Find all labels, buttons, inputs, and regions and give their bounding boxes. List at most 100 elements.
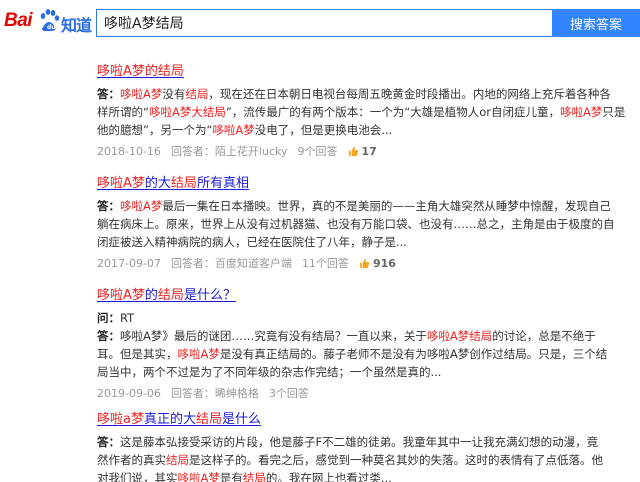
snippet-text: 哆啦A梦结局 [426, 329, 493, 343]
paw-icon: du [40, 9, 60, 31]
snippet-text: 哆啦A梦 [120, 199, 163, 213]
snippet-text: 结局 [166, 453, 189, 467]
snippet-label: 答： [97, 329, 120, 343]
result-answerer[interactable]: 回答者：陌上花开lucky [171, 143, 288, 159]
result-item: 哆啦a梦真正的大结局是什么 答：这是藤本弘接受采访的片段，他是藤子F不二雄的徒弟。… [97, 408, 603, 482]
snippet-text: 结局 [242, 471, 266, 482]
snippet-text: 局当中，两个不过是为了不同年级的杂志作完结；一个虽然是真的... [97, 365, 442, 379]
likes-counter[interactable]: 916 [359, 257, 396, 270]
snippet-line: 答：哆啦A梦没有结局，现在还在日本朝日电视台每周五晚黄金时段播出。内地的网络上充… [97, 85, 611, 103]
snippet-text: 这是藤本弘接受采访的片段，他是藤子F不二雄的徒弟。我童年其中一让我充满幻想的动漫… [120, 435, 599, 449]
result-date: 2019-09-06 [97, 386, 161, 400]
result-item: 哆啦A梦的结局是什么？ 问：RT 答：哆啦A梦》最后的谜团……究竟有没有结局？一直以… [97, 284, 607, 401]
snippet-text: 闭症被送入精神病院的病人，已经在医院住了八年，静子是... [97, 235, 407, 249]
result-title-segment: 哆啦A梦 [97, 288, 145, 303]
result-title-segment: 真正的大 [143, 412, 196, 427]
snippet-text: 哆啦A梦 [120, 87, 163, 101]
snippet-label: 问： [97, 311, 120, 325]
snippet-line: 答：哆啦A梦最后一集在日本播映。世界，真的不是美丽的——主角大雄突然从睡梦中惊醒… [97, 197, 611, 215]
thumbs-up-icon [359, 258, 370, 268]
snippet-text: 的。我在网上也看过类... [265, 471, 392, 482]
snippet-label: 答： [97, 87, 120, 101]
snippet-label: 答： [97, 199, 120, 213]
snippet-line: 答：这是藤本弘接受采访的片段，他是藤子F不二雄的徒弟。我童年其中一让我充满幻想的… [97, 433, 599, 451]
result-title-segment: 结局 [170, 176, 197, 191]
logo-zhidao-text: 知道 [61, 16, 92, 35]
snippet-text: 没有 [162, 87, 186, 101]
result-title-segment: 结局 [157, 288, 184, 303]
result-meta: 2019-09-06 回答者：晞绅格格 3个回答 [97, 385, 597, 401]
snippet-text: 对我们说，其实 [97, 471, 178, 482]
snippet-text: 是没有真正结局的。藤子老师不是没有为哆啦A梦创作过结局。只是，三个结 [219, 347, 608, 361]
snippet-text: 躺在病床上。原来，世界上从没有过机器猫、也没有万能口袋、也没有……总之，主角是由… [97, 217, 615, 231]
snippet-text: ，现在还在日本朝日电视台每周五晚黄金时段播出。内地的网络上充斥着各种各 [208, 87, 611, 101]
snippet-line: 他的臆想”，另一个为“哆啦A梦没电了，但是更换电池会... [97, 121, 597, 139]
snippet-text: 哆啦A梦 [212, 123, 255, 137]
snippet-text: 只是 [602, 105, 626, 119]
result-answer-count[interactable]: 3个回答 [269, 385, 309, 401]
snippet-line: 然作者的真实结局是这样子的。看完之后，感觉到一种莫名其妙的失落。这时的表情有了点… [97, 451, 603, 469]
result-title-segment: 所有真相 [196, 176, 249, 191]
snippet-line: 耳。但是其实，哆啦A梦是没有真正结局的。藤子老师不是没有为哆啦A梦创作过结局。只… [97, 345, 607, 363]
snippet-line: 闭症被送入精神病院的病人，已经在医院住了八年，静子是... [97, 233, 597, 251]
result-item: 哆啦A梦的大结局所有真相 答：哆啦A梦最后一集在日本播映。世界，真的不是美丽的——… [97, 172, 615, 271]
result-title-link[interactable]: 哆啦A梦的结局是什么？ [97, 284, 597, 303]
result-snippet: 答：哆啦A梦没有结局，现在还在日本朝日电视台每周五晚黄金时段播出。内地的网络上充… [97, 85, 625, 139]
result-answer-count[interactable]: 9个回答 [298, 143, 338, 159]
snippet-text: 样所谓的“ [97, 105, 149, 119]
snippet-line: 问：RT [97, 309, 597, 327]
likes-counter[interactable]: 17 [348, 145, 377, 158]
result-answerer[interactable]: 回答者：晞绅格格 [171, 385, 259, 401]
result-answerer[interactable]: 回答者：百度知道客户端 [171, 255, 292, 271]
snippet-line: 样所谓的“哆啦A梦大结局”，流传最广的有两个版本：一个为“大雄是植物人or自闭症… [97, 103, 625, 121]
result-title-segment: 的 [144, 288, 158, 303]
result-title-segment: 的大 [144, 176, 171, 191]
result-title-segment: 是什么 [222, 412, 262, 427]
snippet-text: ”，流传最广的有两个版本：一个为“大雄是植物人or自闭症儿童， [225, 105, 561, 119]
snippet-line: 躺在病床上。原来，世界上从没有过机器猫、也没有万能口袋、也没有……总之，主角是由… [97, 215, 615, 233]
result-title-segment: 哆啦A梦 [97, 176, 145, 191]
logo-bai-text: Bai [4, 10, 33, 31]
result-date: 2017-09-07 [97, 256, 161, 270]
snippet-text: 哆啦A梦 [560, 105, 603, 119]
result-snippet: 问：RT 答：哆啦A梦》最后的谜团……究竟有没有结局？一直以来，关于哆啦A梦结局的… [97, 309, 607, 381]
header: Bai du 知道 搜索答案 [0, 0, 640, 46]
result-title-link[interactable]: 哆啦A梦的结局 [97, 60, 597, 79]
snippet-line: 局当中，两个不过是为了不同年级的杂志作完结；一个虽然是真的... [97, 363, 597, 381]
snippet-text: 他的臆想”，另一个为“ [97, 123, 213, 137]
result-title-segment: 是什么？ [183, 288, 236, 303]
result-meta: 2018-10-16 回答者：陌上花开lucky 9个回答 17 [97, 143, 597, 159]
baidu-zhidao-logo[interactable]: Bai du 知道 [4, 6, 92, 36]
result-title-segment: 结局 [195, 412, 222, 427]
result-title-segment: 结局 [157, 64, 184, 79]
snippet-text: 耳。但是其实， [97, 347, 178, 361]
snippet-text: 哆啦A梦》最后的谜团……究竟有没有结局？一直以来，关于 [120, 329, 427, 343]
svg-text:du: du [47, 24, 56, 31]
result-item: 哆啦A梦的结局 答：哆啦A梦没有结局，现在还在日本朝日电视台每周五晚黄金时段播出。… [97, 60, 625, 159]
search-input[interactable] [97, 10, 552, 36]
result-title-segment: 哆啦A梦的 [97, 64, 158, 79]
result-title-segment: 哆啦a梦 [97, 412, 144, 427]
snippet-text: 结局 [185, 87, 209, 101]
result-meta: 2017-09-07 回答者：百度知道客户端 11个回答 916 [97, 255, 597, 271]
snippet-line: 对我们说，其实哆啦A梦是有结局的。我在网上也看过类... [97, 469, 597, 482]
result-date: 2018-10-16 [97, 144, 161, 158]
snippet-text: 哆啦A梦 [177, 471, 220, 482]
snippet-label: 答： [97, 435, 120, 449]
result-title-link[interactable]: 哆啦A梦的大结局所有真相 [97, 172, 597, 191]
result-snippet: 答：哆啦A梦最后一集在日本播映。世界，真的不是美丽的——主角大雄突然从睡梦中惊醒… [97, 197, 615, 251]
result-snippet: 答：这是藤本弘接受采访的片段，他是藤子F不二雄的徒弟。我童年其中一让我充满幻想的… [97, 433, 603, 482]
snippet-line: 答：哆啦A梦》最后的谜团……究竟有没有结局？一直以来，关于哆啦A梦结局的讨论，总… [97, 327, 597, 345]
snippet-text: 是有 [219, 471, 243, 482]
search-answers-button[interactable]: 搜索答案 [552, 9, 640, 37]
snippet-text: 是这样子的。看完之后，感觉到一种莫名其妙的失落。这时的表情有了点低落。他 [189, 453, 603, 467]
snippet-text: 最后一集在日本播映。世界，真的不是美丽的——主角大雄突然从睡梦中惊醒，发现自己 [162, 199, 611, 213]
snippet-text: 然作者的真实 [97, 453, 166, 467]
result-title-link[interactable]: 哆啦a梦真正的大结局是什么 [97, 408, 597, 427]
result-answer-count[interactable]: 11个回答 [302, 255, 349, 271]
likes-count: 17 [361, 144, 377, 158]
likes-count: 916 [372, 256, 396, 270]
search-box[interactable] [96, 9, 552, 37]
snippet-text: 哆啦A梦 [177, 347, 220, 361]
snippet-text: 没电了，但是更换电池会... [254, 123, 393, 137]
